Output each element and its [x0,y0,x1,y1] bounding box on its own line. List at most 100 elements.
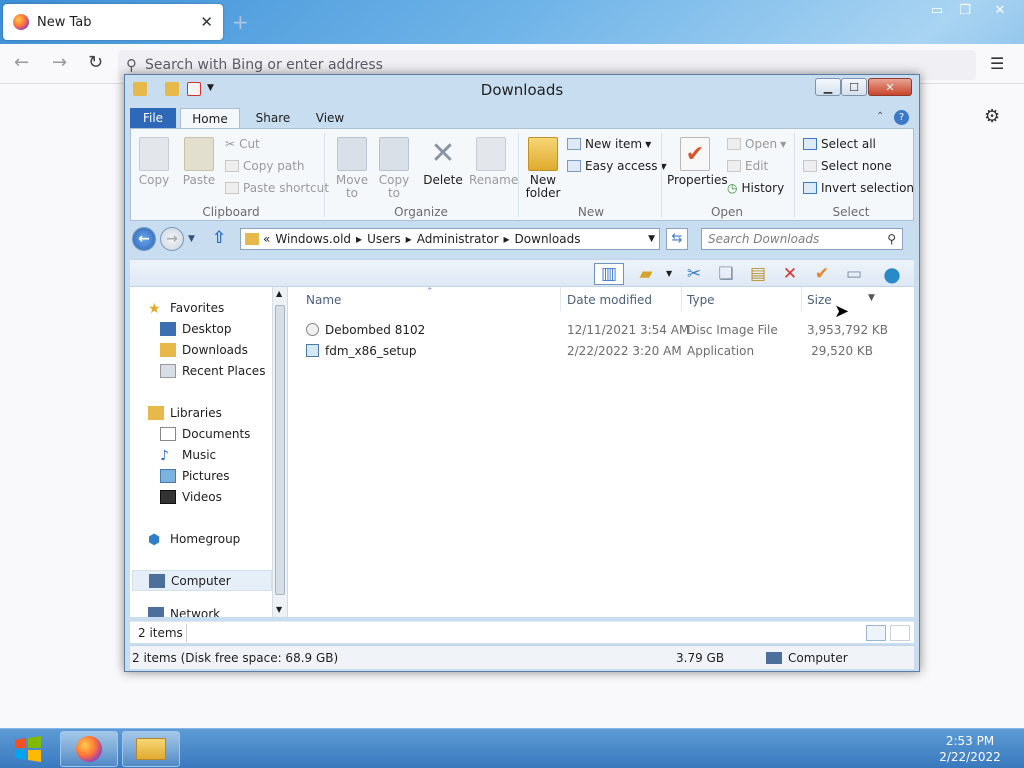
new-tab-button[interactable]: + [232,10,249,34]
invert-selection-icon [803,182,817,194]
cut-button[interactable]: ✂ Cut [225,137,260,151]
cut-icon[interactable]: ✂ [682,263,706,285]
new-folder-button[interactable]: New folder [525,137,561,200]
close-tab-icon[interactable]: ✕ [200,13,213,31]
file-row[interactable]: fdm_x86_setup 2/22/2022 3:20 AM Applicat… [306,341,896,362]
folder-options-icon[interactable]: ▰ [634,263,658,285]
taskbar-firefox[interactable] [60,731,118,767]
hamburger-menu-icon[interactable]: ☰ [990,54,1004,73]
easy-access-button[interactable]: Easy access ▼ [567,159,667,173]
file-size: 29,520 KB [811,344,873,358]
copy-path-icon [225,160,239,172]
help-icon[interactable]: ? [894,110,909,125]
reload-icon[interactable]: ↻ [88,52,103,73]
maximize-button[interactable]: ☐ [841,78,867,96]
chevron-down-icon[interactable]: ▼ [666,269,672,278]
up-arrow-icon[interactable]: ⇧ [212,228,226,248]
maximize-browser-button[interactable]: ❐ [950,0,980,20]
column-size[interactable]: Size [807,293,832,307]
file-row[interactable]: Debombed 8102 12/11/2021 3:54 AM Disc Im… [306,320,896,341]
firefox-icon [13,14,29,30]
tab-view[interactable]: View [308,108,352,129]
properties-check-icon[interactable]: ✔ [810,263,834,285]
copy-button[interactable]: Copy [137,137,171,187]
open-button[interactable]: Open ▼ [727,137,786,151]
tab-share[interactable]: Share [248,108,298,129]
column-date-modified[interactable]: Date modified [567,293,652,307]
history-button[interactable]: ◷ History [727,181,784,195]
nav-libraries[interactable]: Libraries [148,402,288,423]
search-downloads-input[interactable]: Search Downloads ⚲ [701,228,903,250]
breadcrumb-downloads[interactable]: Downloads [515,232,581,246]
start-button[interactable] [8,733,48,765]
copy-to-button[interactable]: Copy to [377,137,411,200]
tab-new-tab[interactable]: New Tab ✕ [3,4,223,40]
downloads-folder-icon [160,342,176,357]
tab-home[interactable]: Home [180,108,240,129]
select-none-button[interactable]: Select none [803,159,892,173]
scissors-icon: ✂ [225,137,236,151]
nav-scrollbar[interactable]: ▲ ▼ [272,287,287,617]
breadcrumb-windows-old[interactable]: Windows.old [275,232,351,246]
tab-file[interactable]: File [130,108,176,129]
minimize-button[interactable]: ▁ [815,78,841,96]
history-clock-icon: ◷ [727,181,738,195]
status-disk-space: 2 items (Disk free space: 68.9 GB) [132,651,339,665]
paste-shortcut-icon [225,182,239,194]
copy-icon[interactable]: ❏ [714,263,738,285]
nav-network[interactable]: Network [148,607,288,617]
minimize-browser-button[interactable]: ▭ [922,0,952,20]
nav-homegroup[interactable]: ⬢ Homegroup [148,528,288,549]
new-item-button[interactable]: New item ▼ [567,137,651,151]
search-icon[interactable]: ⚲ [887,232,896,246]
desktop-icon [160,321,176,336]
properties-button[interactable]: ✔ Properties [667,137,728,187]
computer-icon [149,573,165,588]
address-overflow[interactable]: « [263,232,270,246]
file-type: Application [687,344,755,358]
documents-icon [160,426,176,441]
address-bar[interactable]: « Windows.old ▸ Users ▸ Administrator ▸ Dow… [240,228,660,250]
forward-button[interactable]: → [160,227,184,251]
forward-arrow-icon[interactable]: → [52,52,67,73]
collapse-ribbon-icon[interactable]: ⌃ [876,111,884,122]
scroll-down-icon[interactable]: ▼ [276,605,282,614]
breadcrumb-administrator[interactable]: Administrator [417,232,499,246]
paste-icon[interactable]: ▤ [746,263,770,285]
copy-path-button[interactable]: Copy path [225,159,305,173]
delete-icon[interactable]: ✕ [778,263,802,285]
move-to-button[interactable]: Move to [335,137,369,200]
column-name[interactable]: Name [306,293,341,307]
paste-button[interactable]: Paste [181,137,217,187]
refresh-icon[interactable]: ⇆ [666,228,688,250]
close-browser-button[interactable]: ✕ [985,0,1015,20]
close-button[interactable]: ✕ [868,78,912,96]
taskbar-file-explorer[interactable] [122,731,180,767]
column-type[interactable]: Type [687,293,715,307]
title-bar[interactable]: ▼ Downloads ▁ ☐ ✕ [125,75,919,105]
back-button[interactable]: ← [132,227,156,251]
globe-icon[interactable]: ● [880,262,904,286]
edit-button[interactable]: Edit [727,159,768,173]
back-arrow-icon[interactable]: ← [14,52,29,73]
status-selection-size: 3.79 GB [676,651,725,665]
preview-pane-icon[interactable]: ▥ [594,263,624,285]
invert-selection-button[interactable]: Invert selection [803,181,914,195]
column-filter-chevron-icon[interactable]: ▼ [868,293,875,303]
rename-button[interactable]: Rename [469,137,518,187]
system-clock[interactable]: 2:53 PM 2/22/2022 [930,733,1010,765]
large-icons-view-icon[interactable] [890,625,910,641]
scrollbar-thumb[interactable] [275,305,285,595]
nav-computer[interactable]: Computer [132,570,272,591]
rename-icon[interactable]: ▭ [842,263,866,285]
breadcrumb-users[interactable]: Users [367,232,401,246]
scroll-up-icon[interactable]: ▲ [276,289,282,298]
nav-favorites[interactable]: ★ Favorites [148,297,288,318]
paste-shortcut-button[interactable]: Paste shortcut [225,181,329,195]
gear-icon[interactable]: ⚙ [984,106,1000,127]
delete-button[interactable]: ✕ Delete [423,137,463,187]
select-all-button[interactable]: Select all [803,137,876,151]
details-view-icon[interactable] [866,625,886,641]
recent-locations-chevron-icon[interactable]: ▼ [188,234,195,244]
address-dropdown-icon[interactable]: ▼ [648,234,655,244]
